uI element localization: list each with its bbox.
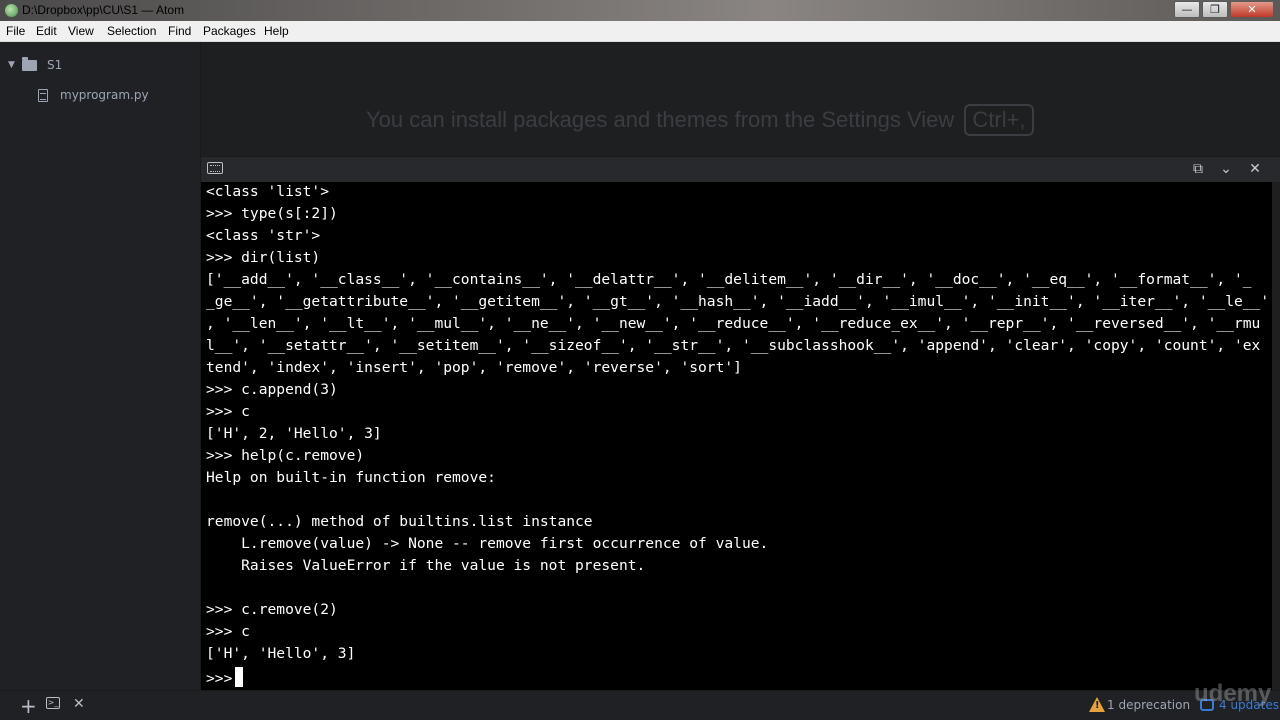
settings-hint: You can install packages and themes from… — [366, 104, 1034, 136]
deprecation-status[interactable]: 1 deprecation — [1107, 698, 1190, 712]
terminal-line: tend', 'index', 'insert', 'pop', 'remove… — [206, 359, 742, 376]
editor-pane[interactable]: You can install packages and themes from… — [201, 42, 1280, 156]
terminal-line: >>> c — [206, 403, 250, 420]
terminal-header: ⧉ ⌄ ✕ — [201, 156, 1280, 182]
window-controls: — ❐ ✕ — [1174, 1, 1274, 18]
menu-edit[interactable]: Edit — [36, 24, 57, 38]
menu-find[interactable]: Find — [168, 24, 191, 38]
close-window-button[interactable]: ✕ — [1230, 1, 1274, 18]
terminal-line: >>> c — [206, 623, 250, 640]
keyboard-icon[interactable] — [207, 162, 223, 174]
terminal-line: remove(...) method of builtins.list inst… — [206, 513, 593, 530]
file-label: myprogram.py — [60, 88, 149, 102]
terminal-line: , '__len__', '__lt__', '__mul__', '__ne_… — [206, 315, 1261, 332]
terminal-line: >>> help(c.remove) — [206, 447, 365, 464]
close-icon[interactable]: ✕ — [1246, 160, 1264, 178]
menu-file[interactable]: File — [6, 24, 25, 38]
menu-packages[interactable]: Packages — [203, 24, 256, 38]
status-bar: + >_ ✕ 1 deprecation 4 updates — [0, 690, 1280, 720]
terminal-line: >>> c.remove(2) — [206, 601, 338, 618]
terminal-line: >>> dir(list) — [206, 249, 321, 266]
terminal-prompt: >>> — [206, 670, 233, 687]
window-title: D:\Dropbox\pp\CU\S1 — Atom — [22, 3, 185, 17]
terminal-prompt-line[interactable]: >>> — [206, 667, 244, 687]
tree-view: ▼ S1 myprogram.py — [0, 42, 201, 690]
terminal-icon[interactable]: >_ — [46, 697, 60, 709]
menu-selection[interactable]: Selection — [107, 24, 156, 38]
file-icon — [38, 88, 48, 102]
terminal-line: Raises ValueError if the value is not pr… — [206, 557, 646, 574]
terminal-line: ['H', 2, 'Hello', 3] — [206, 425, 382, 442]
add-icon[interactable]: + — [20, 694, 37, 718]
terminal-line: L.remove(value) -> None -- remove first … — [206, 535, 769, 552]
app-icon — [5, 4, 18, 17]
tree-file-item[interactable]: myprogram.py — [38, 88, 149, 102]
terminal-line: l__', '__setattr__', '__setitem__', '__s… — [206, 337, 1261, 354]
terminal-line: ['__add__', '__class__', '__contains__',… — [206, 271, 1252, 288]
shortcut-key: Ctrl+, — [964, 104, 1034, 136]
maximize-panel-icon[interactable]: ⧉ — [1189, 160, 1207, 178]
maximize-button[interactable]: ❐ — [1202, 1, 1228, 18]
tree-root-folder[interactable]: ▼ S1 — [8, 56, 63, 72]
udemy-watermark: udemy — [1194, 680, 1272, 707]
minimize-button[interactable]: — — [1174, 1, 1200, 18]
settings-hint-text: You can install packages and themes from… — [366, 107, 955, 132]
terminal-output[interactable]: <class 'list'> >>> type(s[:2]) <class 's… — [201, 182, 1272, 690]
terminal-line: _ge__', '__getattribute__', '__getitem__… — [206, 293, 1270, 310]
terminal-line: <class 'str'> — [206, 227, 321, 244]
close-icon[interactable]: ✕ — [73, 696, 85, 712]
text-cursor — [235, 667, 244, 687]
chevron-down-icon: ▼ — [8, 60, 15, 70]
warning-icon[interactable] — [1089, 697, 1105, 712]
folder-icon — [22, 56, 37, 71]
terminal-line: Help on built-in function remove: — [206, 469, 496, 486]
menu-view[interactable]: View — [68, 24, 94, 38]
terminal-line: >>> type(s[:2]) — [206, 205, 338, 222]
chevron-down-icon[interactable]: ⌄ — [1217, 160, 1235, 178]
title-bar: D:\Dropbox\pp\CU\S1 — Atom — ❐ ✕ — [0, 0, 1280, 21]
terminal-line: <class 'list'> — [206, 183, 330, 200]
terminal-line: ['H', 'Hello', 3] — [206, 645, 356, 662]
terminal-scrollbar[interactable] — [1272, 182, 1280, 690]
terminal-line: >>> c.append(3) — [206, 381, 338, 398]
menu-help[interactable]: Help — [264, 24, 289, 38]
menu-bar: File Edit View Selection Find Packages H… — [0, 21, 1280, 42]
folder-label: S1 — [47, 58, 63, 72]
